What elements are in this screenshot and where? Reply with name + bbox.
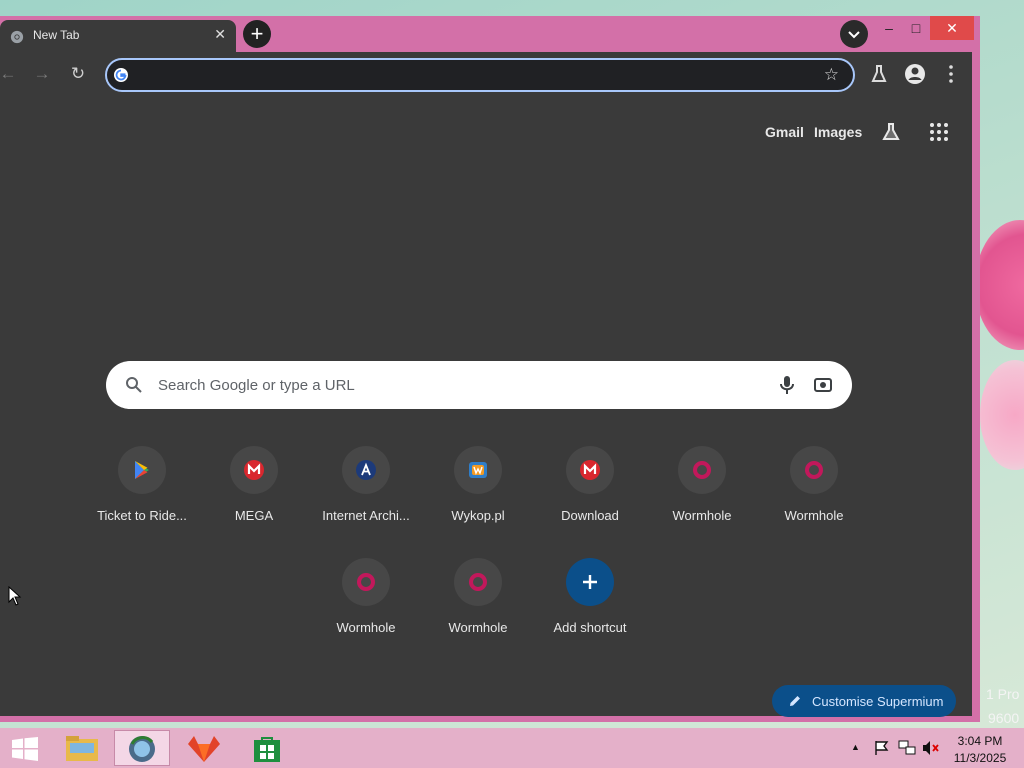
folder-icon <box>66 736 98 761</box>
shortcut-icon-circle <box>454 446 502 494</box>
windows-logo-icon <box>12 737 38 761</box>
browser-toolbar: ← → ↻ ☆ <box>0 52 972 96</box>
add-shortcut-button[interactable]: Add shortcut <box>534 556 646 656</box>
wormhole-icon <box>357 573 375 591</box>
wallpaper-text-2: 9600 <box>988 710 1020 726</box>
browser-window: New Tab ✕ + – □ ✕ ← → ↻ ☆ Gmail Images S… <box>0 16 980 722</box>
wormhole-icon <box>805 461 823 479</box>
mouse-cursor-icon <box>8 586 22 606</box>
plus-icon <box>583 575 597 589</box>
address-input[interactable] <box>141 64 805 88</box>
microphone-icon[interactable] <box>778 374 796 396</box>
shortcut-icon-circle <box>678 446 726 494</box>
tab-strip: New Tab ✕ + – □ ✕ <box>0 16 980 52</box>
shortcut-icon-circle <box>118 446 166 494</box>
search-placeholder: Search Google or type a URL <box>158 377 355 394</box>
google-g-icon <box>114 68 128 82</box>
shortcut-tile[interactable]: Wormhole <box>422 556 534 656</box>
tab-new-tab[interactable]: New Tab ✕ <box>0 20 236 52</box>
wormhole-icon <box>469 573 487 591</box>
mega-icon <box>244 460 264 480</box>
labs-flask-icon[interactable] <box>867 62 891 86</box>
shortcut-icon-circle <box>566 446 614 494</box>
shortcut-label: Wormhole <box>448 620 508 635</box>
flag-icon[interactable] <box>874 740 890 756</box>
shortcut-icon-circle <box>342 558 390 606</box>
images-link[interactable]: Images <box>814 124 862 140</box>
shortcut-label: Wormhole <box>784 508 844 523</box>
address-bar[interactable]: ☆ <box>105 58 855 92</box>
maximize-button[interactable]: □ <box>901 16 931 40</box>
fox-logo-icon <box>188 736 220 762</box>
shortcut-label: Add shortcut <box>553 620 627 635</box>
clock-date[interactable]: 11/3/2025 <box>950 751 1010 765</box>
labs-flask-icon[interactable] <box>879 120 903 144</box>
shortcut-label: Ticket to Ride... <box>97 508 187 523</box>
minimize-button[interactable]: – <box>874 16 904 40</box>
shortcut-label: Wormhole <box>672 508 732 523</box>
shortcut-tile[interactable]: Ticket to Ride... <box>86 444 198 544</box>
gmail-link[interactable]: Gmail <box>765 124 804 140</box>
menu-kebab-icon[interactable] <box>939 62 963 86</box>
shortcut-icon-circle <box>342 446 390 494</box>
taskbar: ▲ 3:04 PM 11/3/2025 <box>0 728 1024 768</box>
wykop-icon <box>469 462 487 478</box>
bookmark-star-icon[interactable]: ☆ <box>824 65 839 85</box>
camera-lens-icon[interactable] <box>813 375 833 395</box>
tab-search-button[interactable] <box>840 20 868 48</box>
shortcut-icon-circle <box>454 558 502 606</box>
shortcut-icon-circle <box>790 446 838 494</box>
search-icon <box>126 377 142 393</box>
browser-taskbar-item[interactable] <box>114 730 170 766</box>
close-window-button[interactable]: ✕ <box>930 16 974 40</box>
customise-label: Customise Supermium <box>812 694 944 709</box>
tray-expand-arrow[interactable]: ▲ <box>851 742 860 752</box>
shortcut-tile[interactable]: Internet Archi... <box>310 444 422 544</box>
forward-button[interactable]: → <box>30 62 54 86</box>
profile-avatar-icon[interactable] <box>903 62 927 86</box>
shortcut-label: Download <box>561 508 619 523</box>
wallpaper-flower-1 <box>975 220 1024 350</box>
apps-grid-icon[interactable] <box>927 120 951 144</box>
wallpaper-text-1: 1 Pro <box>986 686 1020 702</box>
tab-close-icon[interactable]: ✕ <box>214 26 226 43</box>
wallpaper-flower-2 <box>980 360 1024 470</box>
tab-title: New Tab <box>33 28 80 42</box>
store-taskbar-item[interactable] <box>238 730 294 766</box>
gitlab-taskbar-item[interactable] <box>176 730 232 766</box>
chrome-tab-icon <box>10 30 24 44</box>
supermium-browser-icon <box>129 736 155 762</box>
shortcut-tile[interactable]: Wormhole <box>758 444 870 544</box>
internet-archive-icon <box>356 460 376 480</box>
new-tab-button[interactable]: + <box>243 20 271 48</box>
shortcut-icon-circle <box>230 446 278 494</box>
new-tab-page: Gmail Images Search Google or type a URL <box>0 96 972 717</box>
reload-button[interactable]: ↻ <box>66 62 90 86</box>
shortcut-icon-circle <box>566 558 614 606</box>
mega-icon <box>580 460 600 480</box>
shortcut-tile[interactable]: Wormhole <box>310 556 422 656</box>
back-button[interactable]: ← <box>0 62 20 86</box>
file-explorer-taskbar-item[interactable] <box>54 730 110 766</box>
wormhole-icon <box>693 461 711 479</box>
pencil-icon <box>790 696 800 706</box>
shortcut-label: Wykop.pl <box>451 508 505 523</box>
shortcut-label: Wormhole <box>336 620 396 635</box>
chevron-down-icon <box>848 31 860 39</box>
search-box[interactable]: Search Google or type a URL <box>106 361 852 409</box>
volume-muted-icon[interactable] <box>922 740 940 756</box>
shortcut-tile[interactable]: Wormhole <box>646 444 758 544</box>
store-bag-icon <box>254 737 280 762</box>
start-button[interactable] <box>0 730 56 766</box>
shortcut-tile[interactable]: Download <box>534 444 646 544</box>
clock-time[interactable]: 3:04 PM <box>950 734 1010 748</box>
play-store-icon <box>135 461 149 479</box>
shortcut-label: MEGA <box>234 508 274 523</box>
network-icon[interactable] <box>898 740 916 756</box>
customise-button[interactable]: Customise Supermium <box>772 685 956 717</box>
shortcut-tile[interactable]: MEGA <box>198 444 310 544</box>
shortcut-tile[interactable]: Wykop.pl <box>422 444 534 544</box>
shortcut-label: Internet Archi... <box>322 508 410 523</box>
